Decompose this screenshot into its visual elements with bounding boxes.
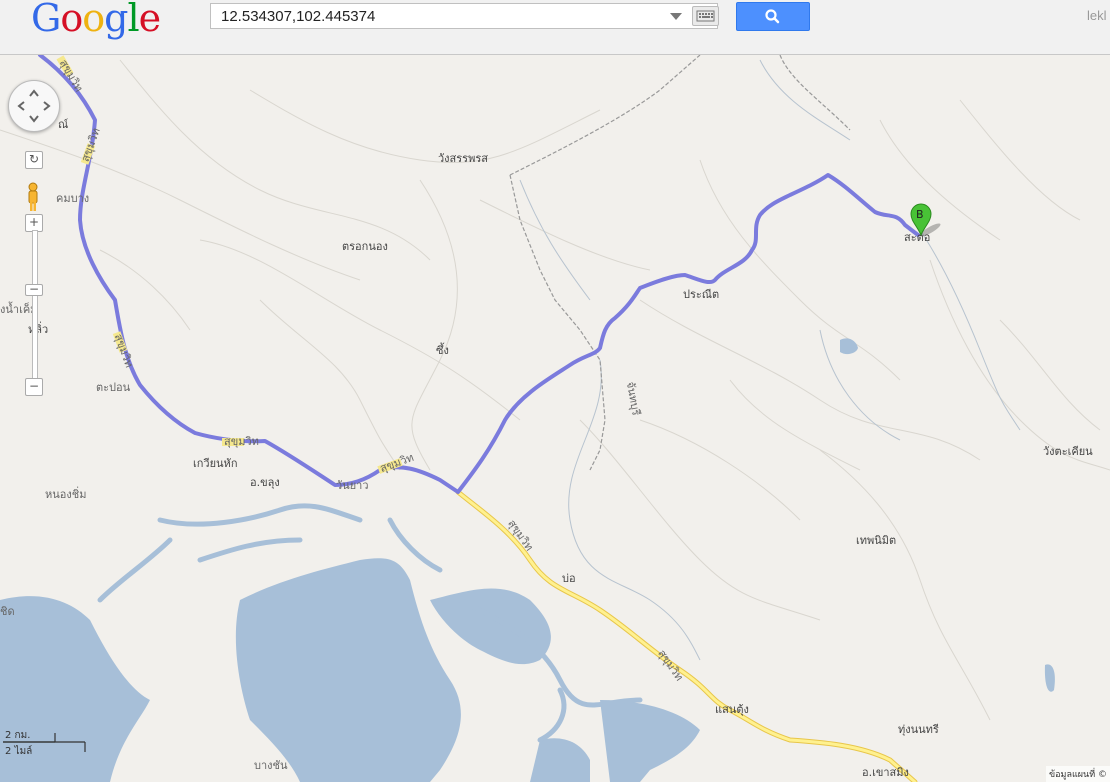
scale-bar: 2 กม. 2 ไมล์ (2, 728, 92, 761)
user-name[interactable]: lekl (1087, 8, 1107, 23)
place-label[interactable]: ตะปอน (96, 381, 131, 394)
place-label[interactable]: บางชัน (254, 759, 288, 772)
search-button[interactable] (736, 2, 810, 31)
zoom-out-button[interactable]: − (25, 378, 43, 396)
scale-km: 2 กม. (5, 730, 30, 741)
place-label[interactable]: ทุ่งนนทรี (898, 723, 939, 736)
google-logo[interactable]: Google (31, 0, 161, 40)
keyboard-icon[interactable] (692, 6, 719, 26)
map-data-attribution[interactable]: ข้อมูลแผนที่ © (1045, 766, 1110, 782)
rotate-icon[interactable]: ↻ (25, 151, 43, 169)
dropdown-arrow-icon[interactable] (670, 13, 682, 20)
header: Google 12.534307,102.445374 lekl (0, 0, 1110, 55)
zoom-slider-track[interactable] (32, 230, 38, 382)
pan-down-icon (29, 115, 39, 123)
place-label[interactable]: ซึ้ง (436, 342, 449, 357)
place-label[interactable]: วังสรรพรส (438, 152, 488, 165)
zoom-slider-handle[interactable]: − (25, 283, 43, 296)
search-query[interactable]: 12.534307,102.445374 (221, 8, 375, 25)
search-icon (765, 9, 780, 24)
place-label[interactable]: วังตะเคียน (1043, 445, 1093, 458)
pan-control[interactable] (8, 80, 60, 132)
pan-up-icon (29, 89, 39, 97)
place-label[interactable]: อ.เขาสมิง (862, 766, 909, 779)
search-input[interactable]: 12.534307,102.445374 (210, 3, 719, 29)
place-label[interactable]: คมบาง (56, 192, 89, 205)
place-label[interactable]: ตรอกนอง (342, 240, 388, 253)
place-label[interactable]: อ.ขลุง (250, 476, 280, 489)
map-canvas[interactable]: สุขุมวิท สุขุมวิท สุขุมวิท สุขุมวิท สุขุ… (0, 55, 1110, 782)
road-label-sukhumvit-4: สุขุมวิท (224, 435, 259, 448)
place-label[interactable]: ชิด (0, 605, 15, 618)
place-label[interactable]: บ่อ (562, 572, 576, 585)
place-label[interactable]: เทพนิมิต (856, 534, 896, 547)
scale-mi: 2 ไมล์ (5, 745, 32, 757)
place-label[interactable]: ณ์ (58, 118, 68, 131)
street-view-pegman-icon[interactable] (26, 182, 40, 212)
place-label[interactable]: เกวียนหัก (193, 457, 237, 470)
pan-right-icon (43, 101, 51, 111)
place-label[interactable]: หนองชิ่ม (45, 486, 86, 501)
marker-label: B (916, 208, 924, 221)
place-label[interactable]: ประณีต (683, 288, 719, 301)
place-label[interactable]: วันยาว (336, 479, 369, 492)
pan-left-icon (17, 101, 25, 111)
place-label[interactable]: แสนตุ้ง (715, 703, 749, 716)
